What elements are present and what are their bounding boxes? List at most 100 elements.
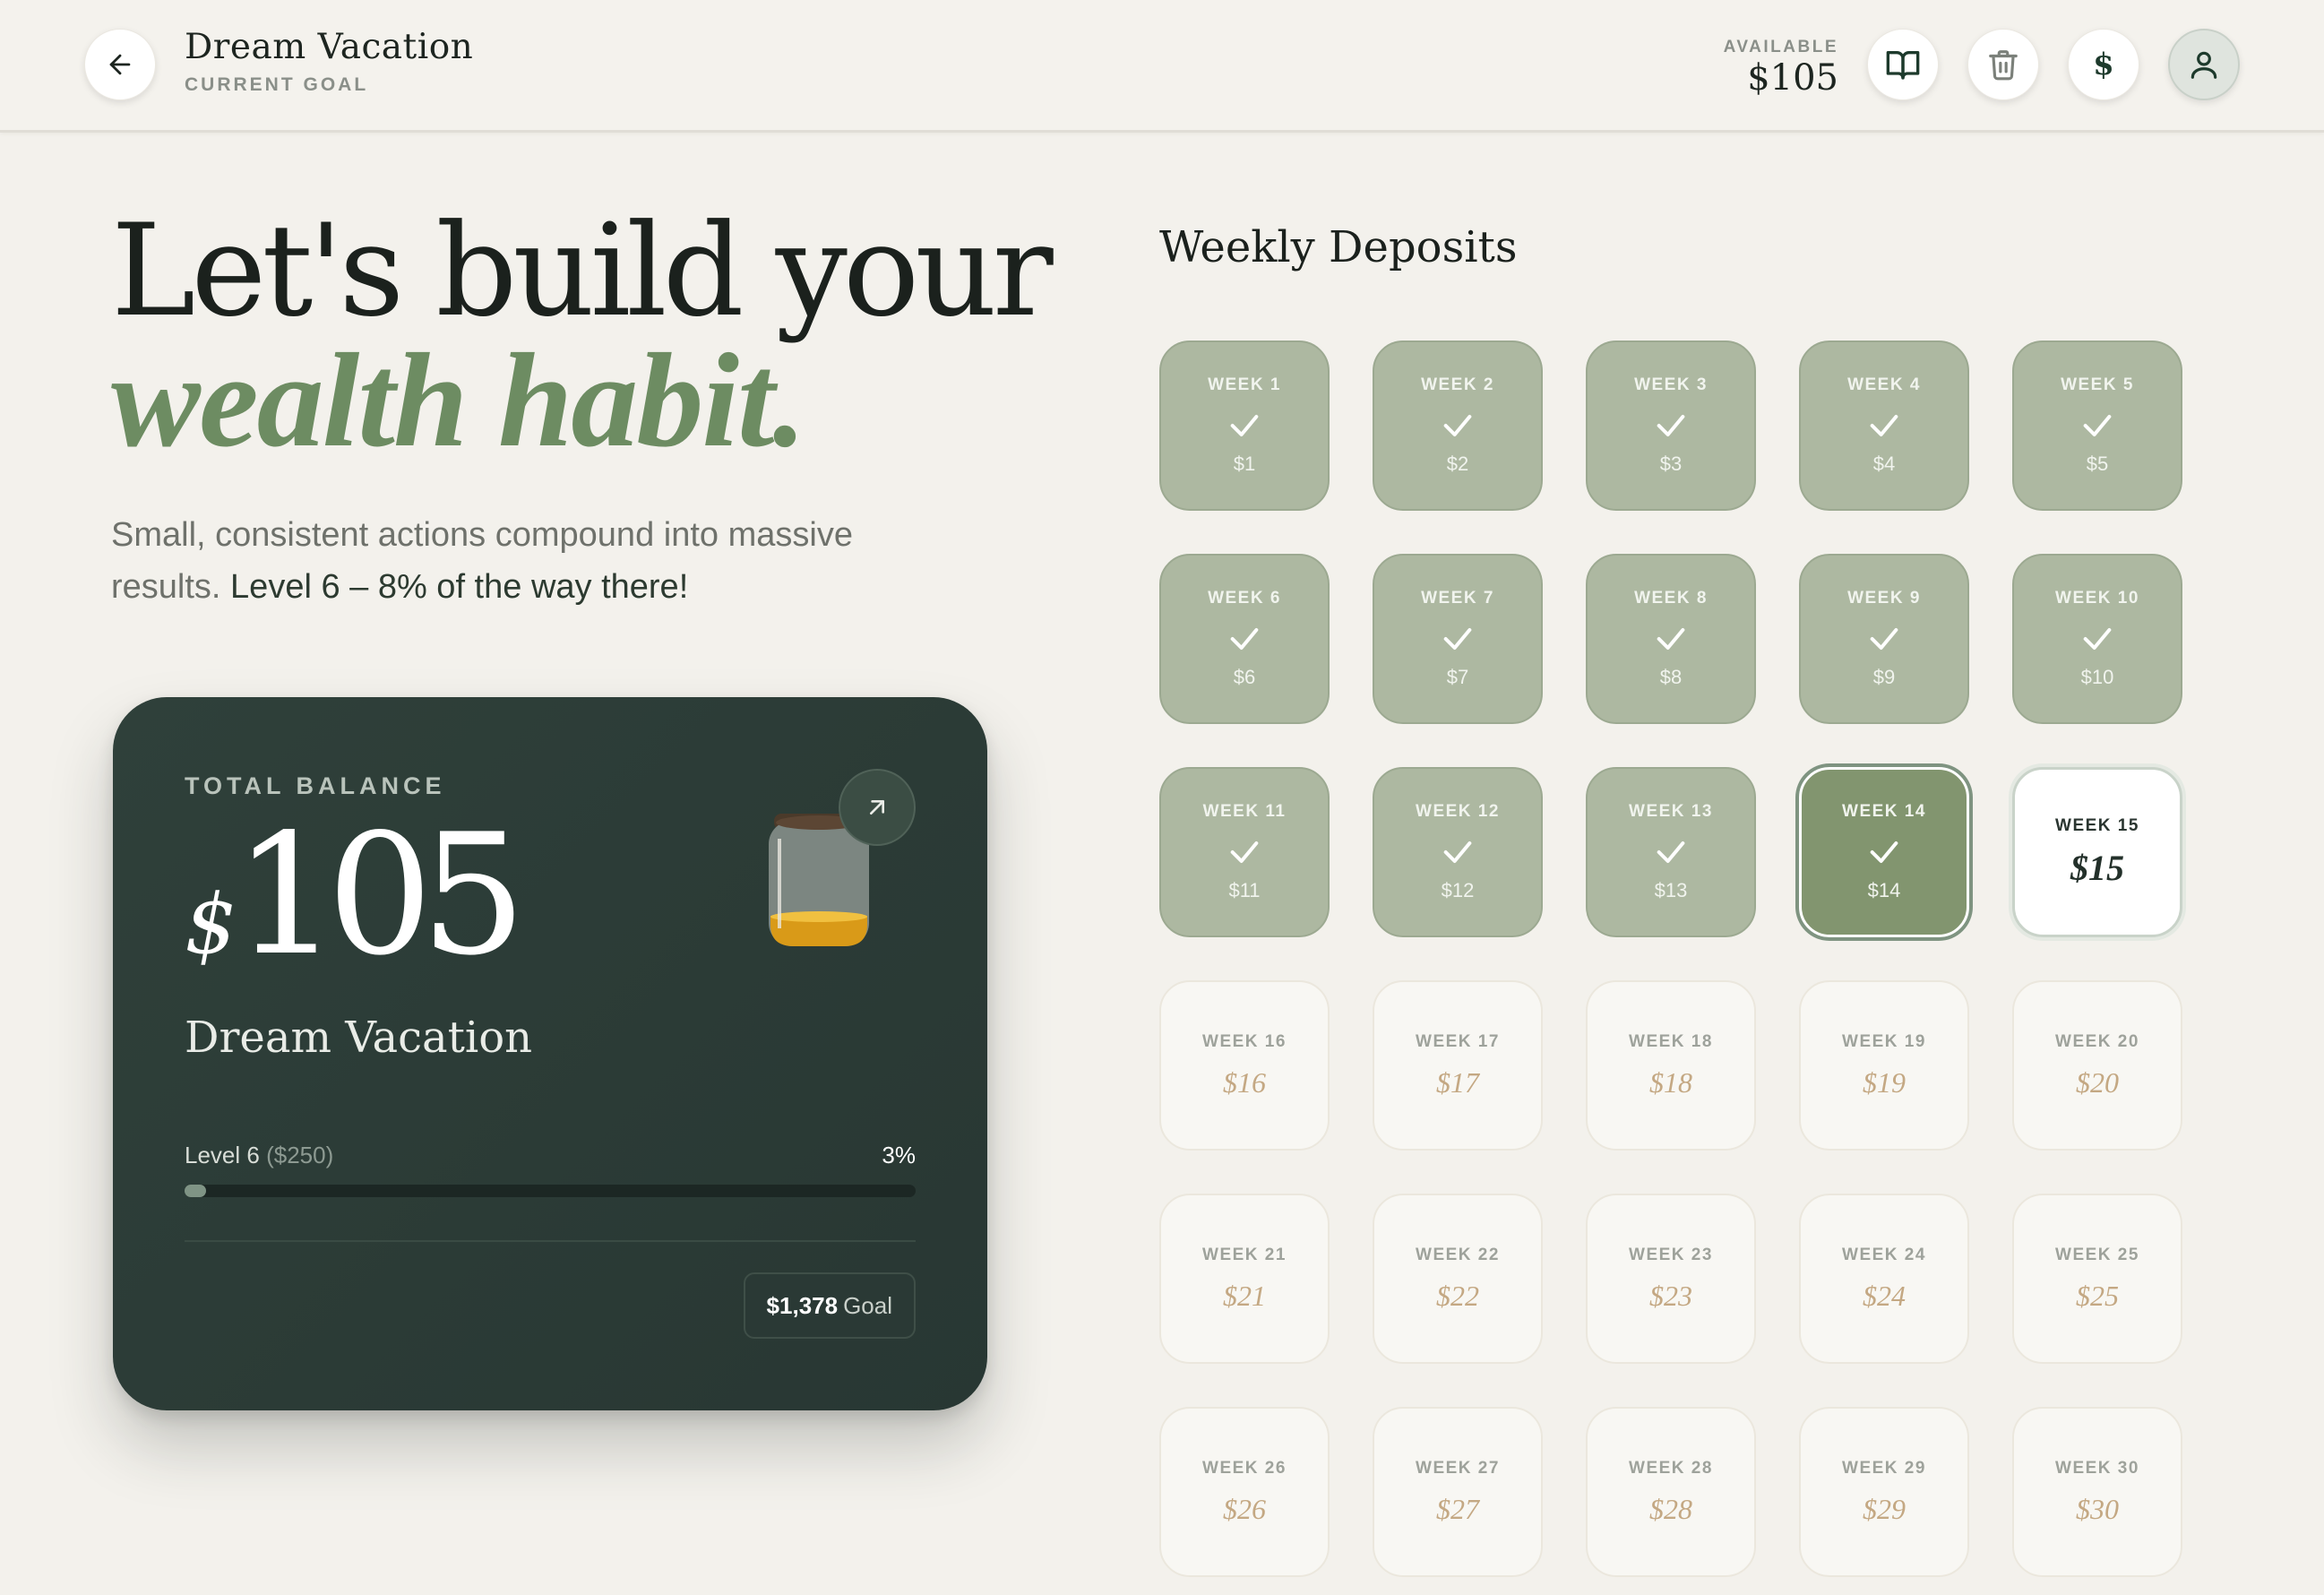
checkmark-icon: [1657, 628, 1685, 650]
checkmark-icon: [1657, 841, 1685, 863]
level-target: ($250): [266, 1142, 334, 1168]
week-tile-30[interactable]: WEEK 30 $30: [2012, 1407, 2182, 1577]
week-tile-15[interactable]: WEEK 15 $15: [2012, 767, 2182, 937]
week-label: WEEK 1: [1208, 375, 1281, 394]
deposit-button[interactable]: $: [2068, 29, 2139, 100]
week-label: WEEK 21: [1202, 1245, 1287, 1264]
week-amount: $18: [1649, 1065, 1692, 1099]
week-tile-9[interactable]: WEEK 9 $9: [1799, 554, 1969, 724]
week-tile-22[interactable]: WEEK 22 $22: [1373, 1194, 1543, 1364]
week-label: WEEK 15: [2055, 815, 2139, 835]
checkmark-icon: [1870, 628, 1898, 650]
week-amount: $3: [1659, 453, 1683, 475]
week-label: WEEK 7: [1421, 589, 1494, 608]
checkmark-icon: [1443, 841, 1472, 863]
level-percent: 3%: [882, 1142, 916, 1168]
week-label: WEEK 26: [1202, 1458, 1287, 1478]
weekly-deposits-title: Weekly Deposits: [1159, 222, 1518, 272]
week-tile-12[interactable]: WEEK 12 $12: [1373, 767, 1543, 937]
week-amount: $4: [1872, 453, 1896, 475]
week-amount: $13: [1654, 879, 1688, 901]
level-progress-bar: [185, 1185, 916, 1197]
week-amount: $8: [1659, 666, 1683, 688]
checkmark-icon: [1230, 415, 1259, 436]
checkmark-icon: [1870, 841, 1898, 863]
available-label: AVAILABLE: [1723, 38, 1838, 56]
week-tile-27[interactable]: WEEK 27 $27: [1373, 1407, 1543, 1577]
total-balance-amount: $105: [185, 812, 527, 979]
week-amount: $19: [1863, 1065, 1906, 1099]
guide-button[interactable]: [1867, 29, 1939, 100]
week-tile-14[interactable]: WEEK 14 $14: [1799, 767, 1969, 937]
delete-button[interactable]: [1967, 29, 2039, 100]
week-tile-7[interactable]: WEEK 7 $7: [1373, 554, 1543, 724]
week-amount: $5: [2086, 453, 2109, 475]
hero-description: Small, consistent actions compound into …: [111, 509, 917, 613]
week-amount: $27: [1436, 1492, 1479, 1525]
week-tile-25[interactable]: WEEK 25 $25: [2012, 1194, 2182, 1364]
week-amount: $9: [1872, 666, 1896, 688]
week-label: WEEK 12: [1416, 802, 1500, 821]
week-tile-13[interactable]: WEEK 13 $13: [1586, 767, 1756, 937]
profile-button[interactable]: [2168, 29, 2240, 100]
week-tile-6[interactable]: WEEK 6 $6: [1159, 554, 1330, 724]
week-label: WEEK 11: [1202, 802, 1287, 821]
week-amount: $2: [1446, 453, 1469, 475]
week-amount: $12: [1441, 879, 1475, 901]
week-tile-3[interactable]: WEEK 3 $3: [1586, 341, 1756, 511]
back-button[interactable]: [84, 29, 156, 100]
arrow-up-right-icon: [870, 800, 884, 815]
week-amount: $7: [1446, 666, 1469, 688]
week-tile-23[interactable]: WEEK 23 $23: [1586, 1194, 1756, 1364]
week-label: WEEK 27: [1416, 1458, 1500, 1478]
week-amount: $30: [2076, 1492, 2119, 1525]
week-amount: $10: [2080, 666, 2114, 688]
week-tile-16[interactable]: WEEK 16 $16: [1159, 980, 1330, 1151]
week-label: WEEK 4: [1847, 375, 1921, 394]
checkmark-icon: [1443, 415, 1472, 436]
week-amount: $22: [1436, 1279, 1479, 1312]
week-tile-21[interactable]: WEEK 21 $21: [1159, 1194, 1330, 1364]
week-amount: $24: [1863, 1279, 1906, 1312]
week-amount: $29: [1863, 1492, 1906, 1525]
week-tile-17[interactable]: WEEK 17 $17: [1373, 980, 1543, 1151]
week-label: WEEK 9: [1847, 589, 1921, 608]
week-label: WEEK 17: [1416, 1031, 1500, 1051]
currency-symbol: $: [185, 876, 237, 972]
week-tile-18[interactable]: WEEK 18 $18: [1586, 980, 1756, 1151]
week-amount: $21: [1223, 1279, 1266, 1312]
week-label: WEEK 5: [2061, 375, 2134, 394]
week-label: WEEK 8: [1634, 589, 1708, 608]
week-tile-10[interactable]: WEEK 10 $10: [2012, 554, 2182, 724]
dollar-icon: $: [2093, 47, 2114, 82]
open-goal-button[interactable]: [839, 769, 916, 846]
week-tile-2[interactable]: WEEK 2 $2: [1373, 341, 1543, 511]
level-row: Level 6 ($250) 3%: [185, 1142, 916, 1169]
week-tile-24[interactable]: WEEK 24 $24: [1799, 1194, 1969, 1364]
week-tile-11[interactable]: WEEK 11 $11: [1159, 767, 1330, 937]
week-amount: $25: [2076, 1279, 2119, 1312]
week-tile-4[interactable]: WEEK 4 $4: [1799, 341, 1969, 511]
week-tile-26[interactable]: WEEK 26 $26: [1159, 1407, 1330, 1577]
week-amount: $17: [1436, 1065, 1479, 1099]
card-goal-name: Dream Vacation: [185, 1013, 533, 1063]
week-tile-28[interactable]: WEEK 28 $28: [1586, 1407, 1756, 1577]
available-balance: AVAILABLE $105: [1724, 38, 1838, 99]
week-tile-29[interactable]: WEEK 29 $29: [1799, 1407, 1969, 1577]
checkmark-icon: [1230, 628, 1259, 650]
checkmark-icon: [1870, 415, 1898, 436]
week-label: WEEK 23: [1629, 1245, 1713, 1264]
hero-heading-line2: wealth habit.: [111, 326, 806, 475]
week-label: WEEK 6: [1208, 589, 1281, 608]
week-label: WEEK 13: [1629, 802, 1713, 821]
week-tile-20[interactable]: WEEK 20 $20: [2012, 980, 2182, 1151]
week-label: WEEK 2: [1421, 375, 1494, 394]
user-icon: [2191, 51, 2217, 79]
week-tile-8[interactable]: WEEK 8 $8: [1586, 554, 1756, 724]
week-amount: $26: [1223, 1492, 1266, 1525]
week-tile-19[interactable]: WEEK 19 $19: [1799, 980, 1969, 1151]
week-label: WEEK 10: [2055, 589, 2139, 608]
week-tile-1[interactable]: WEEK 1 $1: [1159, 341, 1330, 511]
hero-heading-line1: Let's build your: [111, 197, 1054, 345]
week-tile-5[interactable]: WEEK 5 $5: [2012, 341, 2182, 511]
